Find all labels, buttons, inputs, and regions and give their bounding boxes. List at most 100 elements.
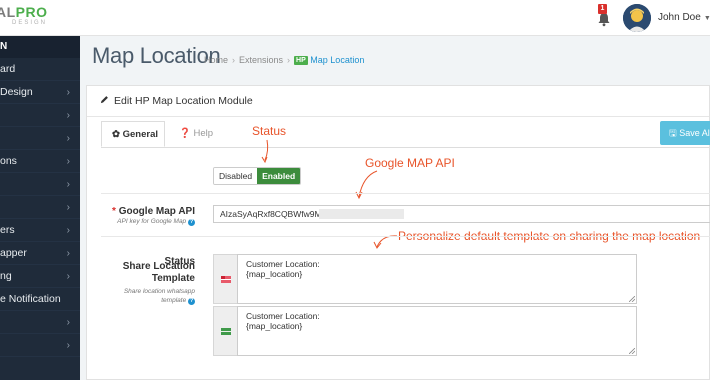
save-all-button[interactable]: 🖫 Save All xyxy=(660,121,710,145)
pencil-icon xyxy=(100,96,108,104)
chevron-right-icon: › xyxy=(66,179,70,190)
breadcrumb-home[interactable]: Home xyxy=(204,55,228,65)
avatar[interactable] xyxy=(623,4,651,32)
google-map-api-value: AIzaSyAqRxf8CQBWfw9MR xyxy=(220,209,328,219)
help-circle-icon[interactable]: ? xyxy=(188,298,195,305)
username: John Doe xyxy=(658,12,701,23)
status-toggle[interactable]: Disabled Enabled xyxy=(213,167,302,185)
sidebar-item-label: ard xyxy=(0,63,16,75)
chevron-down-icon: ▼ xyxy=(703,15,710,22)
sidebar-item[interactable]: › xyxy=(0,104,80,127)
chevron-right-icon: › xyxy=(66,225,70,236)
required-mark: * xyxy=(112,206,116,217)
sidebar-item[interactable]: › xyxy=(0,196,80,219)
annotation-arrow-icon xyxy=(355,170,378,200)
logo[interactable]: ALPRO DESIGN xyxy=(0,0,80,36)
chevron-right-icon: › xyxy=(66,248,70,259)
resize-handle-icon[interactable] xyxy=(629,348,635,354)
resize-handle-icon[interactable] xyxy=(629,296,635,302)
google-map-api-help: API key for Google Map ? xyxy=(97,217,195,226)
panel-heading: Edit HP Map Location Module xyxy=(87,86,709,117)
tab-general[interactable]: ✿ General xyxy=(101,121,165,147)
sidebar-item[interactable]: Design › xyxy=(0,81,80,104)
template-help-line2: template xyxy=(161,297,187,304)
google-map-api-input[interactable]: AIzaSyAqRxf8CQBWfw9MR xyxy=(213,205,710,223)
template-label-line2: Template xyxy=(151,273,195,284)
sidebar: ALPRO DESIGN N ard Design›››ons›››ers›ap… xyxy=(0,0,80,380)
sidebar-item-label: Design xyxy=(0,86,33,98)
sidebar-item[interactable]: › xyxy=(0,334,80,357)
sidebar-item-label: ers xyxy=(0,224,15,236)
template-textarea[interactable]: Customer Location: {map_location} xyxy=(237,254,637,304)
gear-icon: ✿ xyxy=(112,129,120,140)
sidebar-item[interactable]: ons › xyxy=(0,150,80,173)
tab-help[interactable]: ❓ Help xyxy=(173,121,213,147)
chevron-right-icon: › xyxy=(66,156,70,167)
language-flag-box xyxy=(213,306,237,356)
chevron-right-icon: › xyxy=(66,87,70,98)
annotation-status: Status xyxy=(252,124,287,138)
divider xyxy=(101,236,710,237)
status-disabled-option[interactable]: Disabled xyxy=(214,168,258,184)
breadcrumb-current[interactable]: Map Location xyxy=(310,55,364,65)
annotation-arrow-icon xyxy=(373,235,398,249)
tab-underline xyxy=(101,147,709,148)
sidebar-item[interactable]: apper › xyxy=(0,242,80,265)
sidebar-item[interactable]: › xyxy=(0,173,80,196)
chevron-right-icon: › xyxy=(66,202,70,213)
divider xyxy=(101,193,710,194)
google-map-api-help-text: API key for Google Map xyxy=(117,218,187,225)
template-label-line1: Share Location xyxy=(122,261,195,272)
template-entry: Customer Location: {map_location} xyxy=(213,306,637,356)
logo-text: AL xyxy=(0,4,16,20)
language-flag-box xyxy=(213,254,237,304)
help-icon: ❓ xyxy=(179,128,191,139)
help-circle-icon[interactable]: ? xyxy=(188,219,195,226)
save-all-label: Save All xyxy=(679,128,710,138)
page-title: Map Location xyxy=(92,43,221,68)
google-map-api-label-text: Google Map API xyxy=(118,206,195,217)
logo-subtitle: DESIGN xyxy=(12,20,48,26)
sidebar-item-label: ng xyxy=(0,270,12,282)
sidebar-item[interactable]: › xyxy=(0,311,80,334)
annotation-api: Google MAP API xyxy=(365,156,455,170)
chevron-right-icon: › xyxy=(66,133,70,144)
google-map-api-label: * Google Map API API key for Google Map … xyxy=(97,206,195,226)
breadcrumb-separator-icon: › xyxy=(232,55,236,65)
sidebar-item-label: apper xyxy=(0,247,27,259)
chevron-right-icon: › xyxy=(66,271,70,282)
template-textarea[interactable]: Customer Location: {map_location} xyxy=(237,306,637,356)
edit-panel: Edit HP Map Location Module ✿ General ❓ … xyxy=(86,85,710,380)
hp-badge: HP xyxy=(294,56,308,65)
template-help-line1: Share location whatsapp xyxy=(123,288,195,295)
chevron-right-icon: › xyxy=(66,110,70,121)
chevron-right-icon: › xyxy=(66,317,70,328)
annotation-arrow-icon xyxy=(261,139,269,164)
sidebar-item[interactable]: ard xyxy=(0,58,80,81)
share-location-template-label: Share Location Template Share location w… xyxy=(97,261,195,305)
tab-general-label: General xyxy=(122,129,158,140)
sidebar-item-label: ons xyxy=(0,155,17,167)
chevron-right-icon: › xyxy=(66,340,70,351)
sidebar-heading: N xyxy=(0,36,80,58)
redacted-blur xyxy=(319,209,404,219)
sidebar-item[interactable]: ers › xyxy=(0,219,80,242)
breadcrumb-separator-icon: › xyxy=(287,55,291,65)
notification-badge: 1 xyxy=(598,4,607,14)
breadcrumb-extensions[interactable]: Extensions xyxy=(239,55,283,65)
top-bar: 1 John Doe ▼ xyxy=(80,0,710,36)
sidebar-menu: ard Design › › › ons › › › ers › apper › ng › e Notifi… xyxy=(0,58,80,357)
logo-accent: PRO xyxy=(15,4,48,20)
user-menu[interactable]: John Doe ▼ xyxy=(658,12,710,23)
save-icon: 🖫 xyxy=(669,128,677,138)
flag-icon-red xyxy=(221,276,231,283)
status-enabled-option[interactable]: Enabled xyxy=(257,168,301,184)
sidebar-item[interactable]: e Notification xyxy=(0,288,80,311)
user-avatar-icon xyxy=(623,4,651,32)
sidebar-item[interactable]: › xyxy=(0,127,80,150)
sidebar-item[interactable]: ng › xyxy=(0,265,80,288)
tab-help-label: Help xyxy=(193,128,214,139)
template-help: Share location whatsapp template ? xyxy=(97,287,195,305)
panel-title: Edit HP Map Location Module xyxy=(114,95,253,107)
flag-icon-green xyxy=(221,328,231,335)
